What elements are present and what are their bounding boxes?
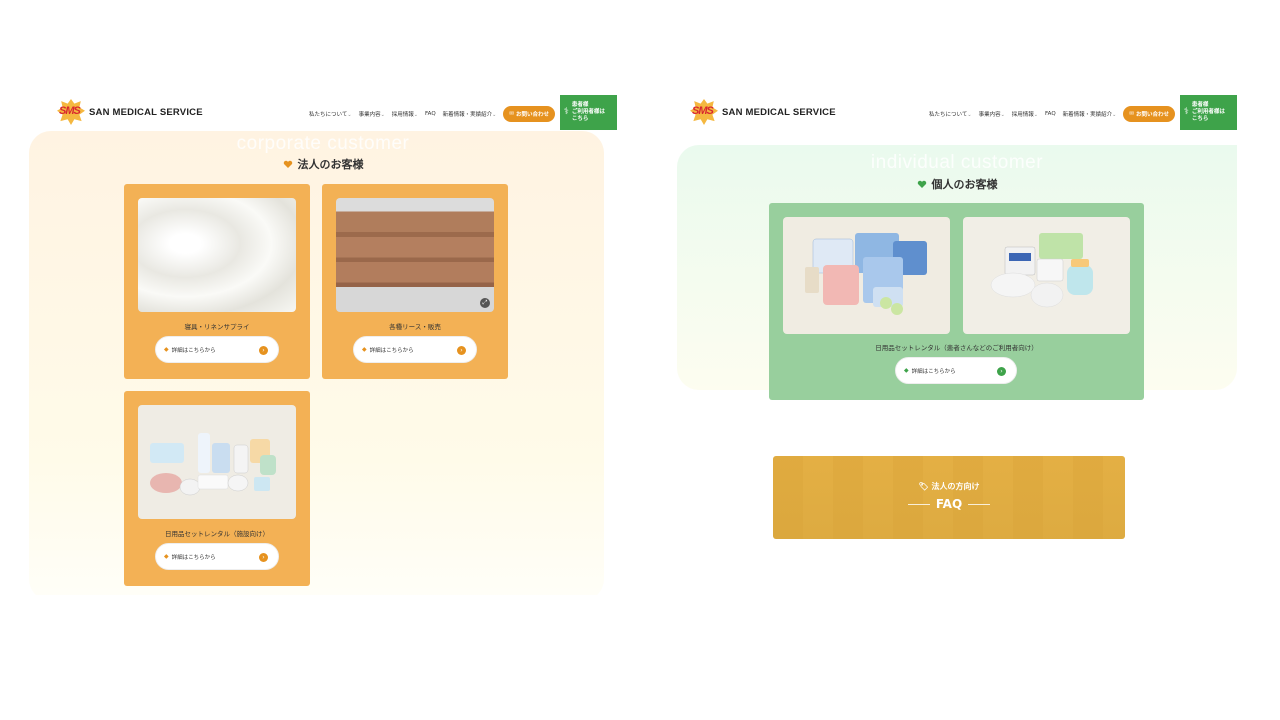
card-label: 日用品セットレンタル（患者さんなどのご利用者向け） [875, 344, 1038, 352]
site-header: SMS SAN MEDICAL SERVICE 私たちについて⌄ 事業内容⌄ 採… [29, 95, 617, 131]
logo-mark: SMS [690, 99, 718, 125]
zoom-icon[interactable]: ⤢ [480, 298, 490, 308]
logo-name: SAN MEDICAL SERVICE [722, 106, 836, 118]
detail-button[interactable]: ◆ 詳細はこちらから › [353, 336, 477, 363]
faq-banner-title: FAQ [773, 497, 1125, 511]
tag-icon: ◆ [164, 553, 169, 560]
nav-item-recruit[interactable]: 採用情報⌄ [392, 110, 418, 118]
chevron-down-icon: ⌄ [380, 112, 385, 118]
nav-item-about[interactable]: 私たちについて⌄ [929, 110, 972, 118]
section-title: 個人のお客様 [677, 176, 1237, 192]
linen-image [138, 198, 296, 312]
mail-icon: ✉ [1129, 111, 1134, 117]
heart-icon [283, 160, 292, 168]
nav-item-news[interactable]: 新着情報・実績紹介⌄ [443, 110, 497, 118]
site-logo[interactable]: SMS SAN MEDICAL SERVICE [690, 99, 836, 125]
tag-icon: ◆ [164, 346, 169, 353]
logo-name: SAN MEDICAL SERVICE [89, 106, 203, 118]
heart-icon [917, 180, 926, 188]
nav-item-news[interactable]: 新着情報・実績紹介⌄ [1063, 110, 1117, 118]
faq-banner[interactable]: 🏷 法人の方向け FAQ [773, 456, 1125, 539]
faq-banner-subtitle: 🏷 法人の方向け [918, 482, 980, 491]
card-label: 寝具・リネンサプライ [184, 323, 250, 331]
nav-item-recruit[interactable]: 採用情報⌄ [1012, 110, 1038, 118]
clothes-image [783, 217, 950, 334]
card-label: 日用品セットレンタル（施設向け） [165, 530, 269, 538]
arrow-right-icon: › [457, 346, 466, 355]
nav-item-faq[interactable]: FAQ [1045, 111, 1056, 117]
supplies-image [963, 217, 1130, 334]
patient-icon: ⚕ [1184, 107, 1189, 117]
site-logo[interactable]: SMS SAN MEDICAL SERVICE [57, 99, 203, 125]
tag-icon: ◆ [362, 346, 367, 353]
patient-button[interactable]: ⚕ 患者様 ご利用者様は こちら [560, 95, 617, 130]
nav-item-about[interactable]: 私たちについて⌄ [309, 110, 352, 118]
patient-icon: ⚕ [564, 107, 569, 117]
service-card-linen[interactable]: 寝具・リネンサプライ ◆ 詳細はこちらから › [124, 184, 310, 379]
detail-button[interactable]: ◆ 詳細はこちらから › [895, 357, 1017, 384]
main-nav: 私たちについて⌄ 事業内容⌄ 採用情報⌄ FAQ 新着情報・実績紹介⌄ ✉ お問い… [309, 106, 555, 122]
service-card-daily-goods[interactable]: 日用品セットレンタル（施設向け） ◆ 詳細はこちらから › [124, 391, 310, 586]
tag-icon: 🏷 [918, 482, 932, 491]
corporate-panel: SMS SAN MEDICAL SERVICE 私たちについて⌄ 事業内容⌄ 採… [29, 95, 617, 595]
towel-image: ⤢ [336, 198, 494, 312]
site-header: SMS SAN MEDICAL SERVICE 私たちについて⌄ 事業内容⌄ 採… [677, 95, 1237, 131]
contact-button[interactable]: ✉ お問い合わせ [503, 106, 555, 122]
arrow-right-icon: › [259, 553, 268, 562]
chevron-down-icon: ⌄ [1112, 112, 1117, 118]
contact-button[interactable]: ✉ お問い合わせ [1123, 106, 1175, 122]
section-title: 法人のお客様 [29, 156, 617, 172]
main-nav: 私たちについて⌄ 事業内容⌄ 採用情報⌄ FAQ 新着情報・実績紹介⌄ ✉ お問い… [929, 106, 1175, 122]
detail-button[interactable]: ◆ 詳細はこちらから › [155, 336, 279, 363]
individual-panel: SMS SAN MEDICAL SERVICE 私たちについて⌄ 事業内容⌄ 採… [677, 95, 1237, 555]
nav-item-business[interactable]: 事業内容⌄ [359, 110, 385, 118]
section-en-title: individual customer [870, 152, 1044, 173]
chevron-down-icon: ⌄ [492, 112, 497, 118]
detail-button[interactable]: ◆ 詳細はこちらから › [155, 543, 279, 570]
nav-item-faq[interactable]: FAQ [425, 111, 436, 117]
arrow-right-icon: › [259, 346, 268, 355]
nav-item-business[interactable]: 事業内容⌄ [979, 110, 1005, 118]
chevron-down-icon: ⌄ [967, 112, 972, 118]
tag-icon: ◆ [904, 367, 909, 374]
service-card-individual-rental[interactable]: 日用品セットレンタル（患者さんなどのご利用者向け） ◆ 詳細はこちらから › [769, 203, 1144, 400]
patient-button[interactable]: ⚕ 患者様 ご利用者様は こちら [1180, 95, 1237, 130]
corporate-section-bg [29, 131, 604, 595]
logo-mark: SMS [57, 99, 85, 125]
chevron-down-icon: ⌄ [1033, 112, 1038, 118]
chevron-down-icon: ⌄ [347, 112, 352, 118]
card-label: 各種リース・販売 [389, 323, 441, 331]
section-en-title: corporate customer [236, 133, 410, 154]
chevron-down-icon: ⌄ [1000, 112, 1005, 118]
chevron-down-icon: ⌄ [413, 112, 418, 118]
daily-goods-image [138, 405, 296, 519]
service-card-lease[interactable]: ⤢ 各種リース・販売 ◆ 詳細はこちらから › [322, 184, 508, 379]
arrow-right-icon: › [997, 367, 1006, 376]
mail-icon: ✉ [509, 111, 514, 117]
